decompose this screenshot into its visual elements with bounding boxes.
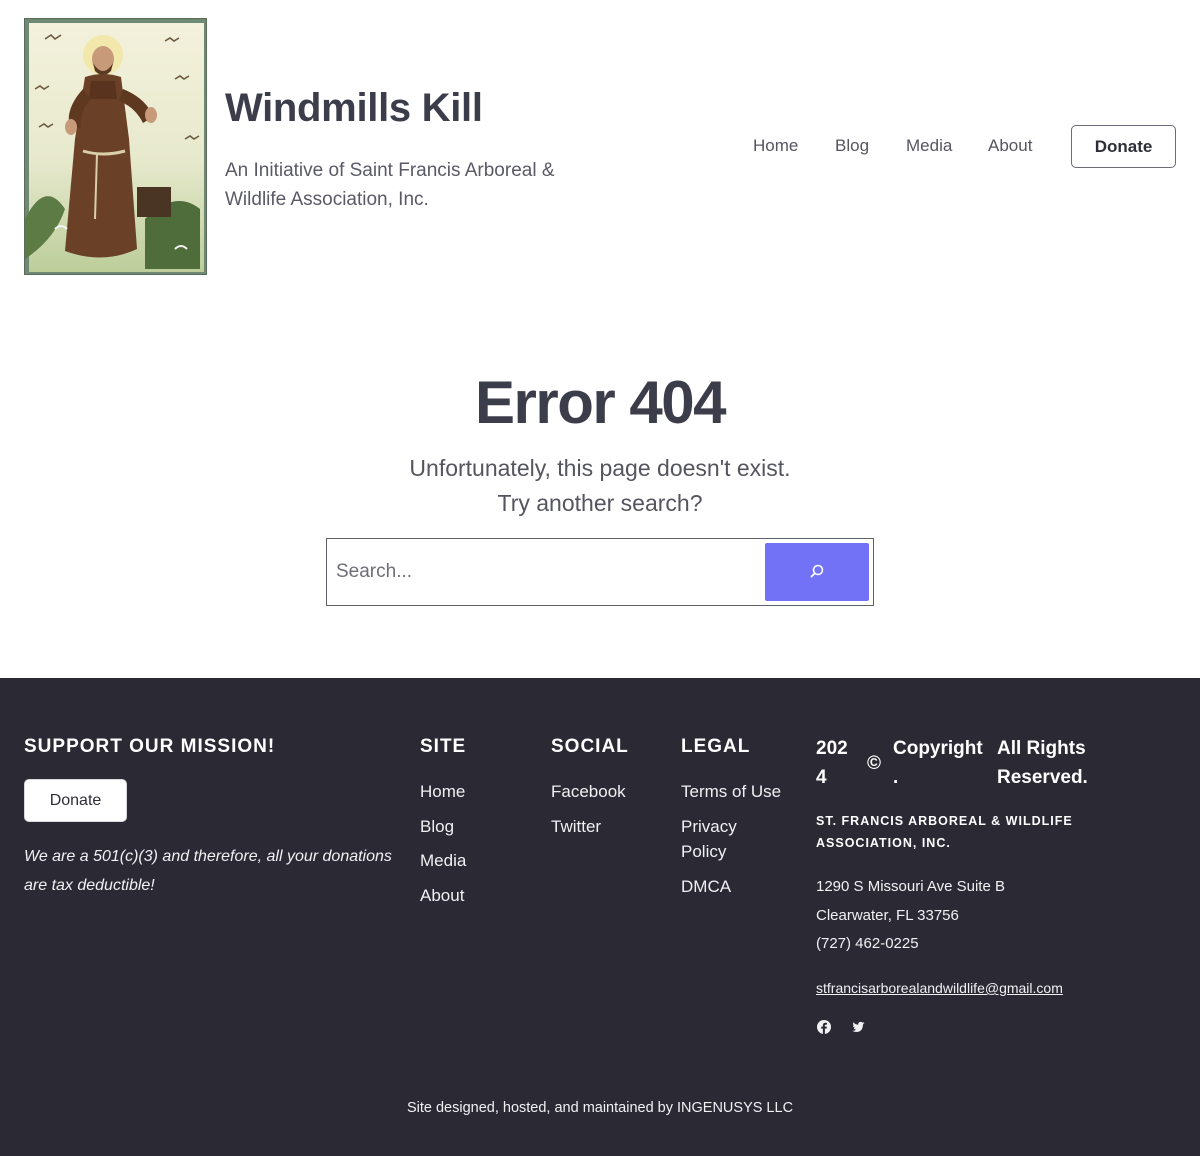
phone-number: (727) 462-0225 bbox=[816, 935, 919, 952]
nav-blog[interactable]: Blog bbox=[835, 136, 869, 156]
copyright-symbol: © bbox=[867, 753, 881, 774]
rights-line1: All Rights bbox=[997, 738, 1086, 759]
search-form bbox=[326, 538, 874, 606]
tax-deductible-note: We are a 501(c)(3) and therefore, all yo… bbox=[24, 848, 392, 894]
address-line2: Clearwater, FL 33756 bbox=[816, 907, 959, 924]
site-tagline: An Initiative of Saint Francis Arboreal … bbox=[225, 160, 555, 210]
search-input[interactable] bbox=[327, 539, 763, 605]
footer-link-about[interactable]: About bbox=[420, 883, 464, 908]
footer-link-media[interactable]: Media bbox=[420, 848, 466, 873]
legal-heading: LEGAL bbox=[681, 736, 751, 757]
footer-donate-button[interactable]: Donate bbox=[24, 779, 127, 822]
site-title[interactable]: Windmills Kill bbox=[225, 86, 483, 131]
association-name: ST. FRANCIS ARBOREAL & WILDLIFE ASSOCIAT… bbox=[816, 814, 1073, 850]
twitter-icon[interactable] bbox=[850, 1019, 866, 1035]
social-heading: SOCIAL bbox=[551, 736, 629, 757]
footer-link-home[interactable]: Home bbox=[420, 779, 465, 804]
footer-link-dmca[interactable]: DMCA bbox=[681, 874, 731, 899]
site-heading: SITE bbox=[420, 736, 467, 757]
copyright-year-part1: 202 bbox=[816, 738, 848, 759]
site-credit: Site designed, hosted, and maintained by… bbox=[406, 1100, 794, 1116]
address-line1: 1290 S Missouri Ave Suite B bbox=[816, 878, 1005, 895]
nav-about[interactable]: About bbox=[988, 136, 1032, 156]
mission-heading: SUPPORT OUR MISSION! bbox=[24, 736, 276, 757]
copyright-word: Copyright bbox=[893, 738, 983, 759]
error-message: Unfortunately, this page doesn't exist. bbox=[409, 455, 791, 481]
facebook-icon[interactable] bbox=[816, 1019, 832, 1035]
email-link[interactable]: stfrancisarborealandwildlife@gmail.com bbox=[816, 980, 1063, 996]
copyright-dot: . bbox=[893, 767, 899, 788]
footer-link-terms[interactable]: Terms of Use bbox=[681, 779, 781, 804]
nav-home[interactable]: Home bbox=[753, 136, 798, 156]
rights-line2: Reserved. bbox=[997, 767, 1088, 788]
site-logo[interactable] bbox=[24, 18, 207, 275]
copyright-year-part2: 4 bbox=[816, 767, 827, 788]
search-button[interactable] bbox=[765, 543, 869, 601]
error-title: Error 404 bbox=[475, 369, 727, 436]
header-donate-button[interactable]: Donate bbox=[1071, 125, 1176, 168]
footer-link-facebook[interactable]: Facebook bbox=[551, 779, 626, 804]
saint-francis-image bbox=[25, 19, 206, 274]
search-icon bbox=[809, 563, 825, 582]
site-footer: SUPPORT OUR MISSION! Donate We are a 501… bbox=[0, 678, 1200, 1156]
site-header: Windmills Kill An Initiative of Saint Fr… bbox=[0, 0, 1200, 300]
nav-media[interactable]: Media bbox=[906, 136, 952, 156]
search-prompt: Try another search? bbox=[497, 490, 703, 516]
footer-link-privacy[interactable]: Privacy Policy bbox=[681, 814, 761, 864]
footer-link-twitter[interactable]: Twitter bbox=[551, 814, 601, 839]
footer-link-blog[interactable]: Blog bbox=[420, 814, 454, 839]
